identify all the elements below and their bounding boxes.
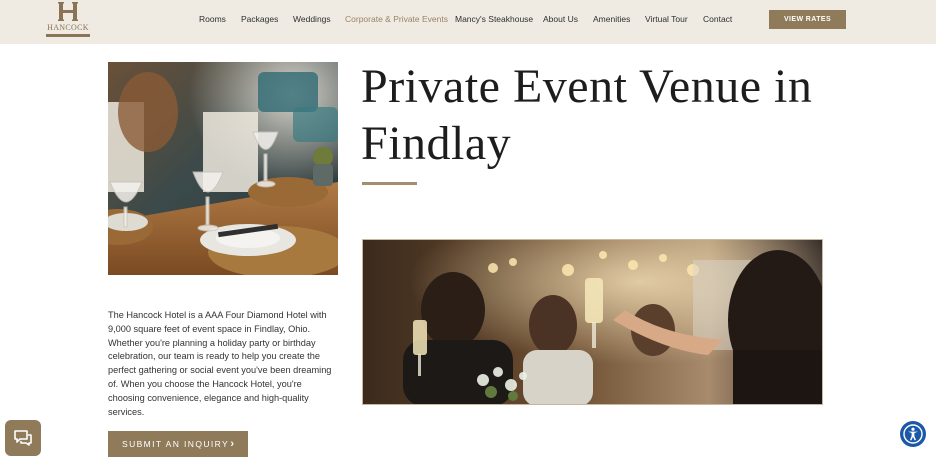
chat-bubbles-icon — [14, 430, 32, 446]
accessibility-button[interactable] — [900, 421, 926, 447]
nav-mancys-steakhouse[interactable]: Mancy's Steakhouse — [455, 13, 533, 25]
accessibility-icon — [903, 424, 923, 444]
submit-inquiry-label: SUBMIT AN INQUIRY — [122, 439, 230, 449]
page-title-line-2: Findlay — [361, 117, 512, 170]
logo-mark-icon — [58, 2, 78, 21]
nav-packages[interactable]: Packages — [241, 13, 278, 25]
nav-virtual-tour[interactable]: Virtual Tour — [645, 13, 688, 25]
submit-inquiry-button[interactable]: SUBMIT AN INQUIRY › — [108, 431, 248, 457]
page-title: Private Event Venue in Findlay — [361, 58, 831, 172]
celebration-toast-image — [363, 240, 822, 404]
logo-underline — [46, 34, 90, 37]
chevron-right-icon: › — [230, 438, 234, 450]
celebration-toast-photo — [362, 239, 823, 405]
hancock-logo[interactable]: HANCOCK — [44, 1, 92, 37]
page-title-line-1: Private Event Venue in — [361, 60, 813, 113]
nav-about-us[interactable]: About Us — [543, 13, 578, 25]
title-accent-rule — [362, 182, 417, 185]
dining-table-photo — [108, 62, 338, 275]
logo-wordmark: HANCOCK — [47, 23, 89, 32]
dining-table-image — [108, 62, 338, 275]
nav-contact[interactable]: Contact — [703, 13, 732, 25]
site-header: HANCOCK Rooms Packages Weddings Corporat… — [0, 0, 936, 44]
nav-corporate-private-events[interactable]: Corporate & Private Events — [345, 13, 448, 25]
nav-rooms[interactable]: Rooms — [199, 13, 226, 25]
view-rates-button[interactable]: VIEW RATES — [769, 10, 846, 29]
nav-weddings[interactable]: Weddings — [293, 13, 331, 25]
venue-description: The Hancock Hotel is a AAA Four Diamond … — [108, 310, 332, 417]
nav-amenities[interactable]: Amenities — [593, 13, 630, 25]
chat-button[interactable] — [5, 420, 41, 456]
